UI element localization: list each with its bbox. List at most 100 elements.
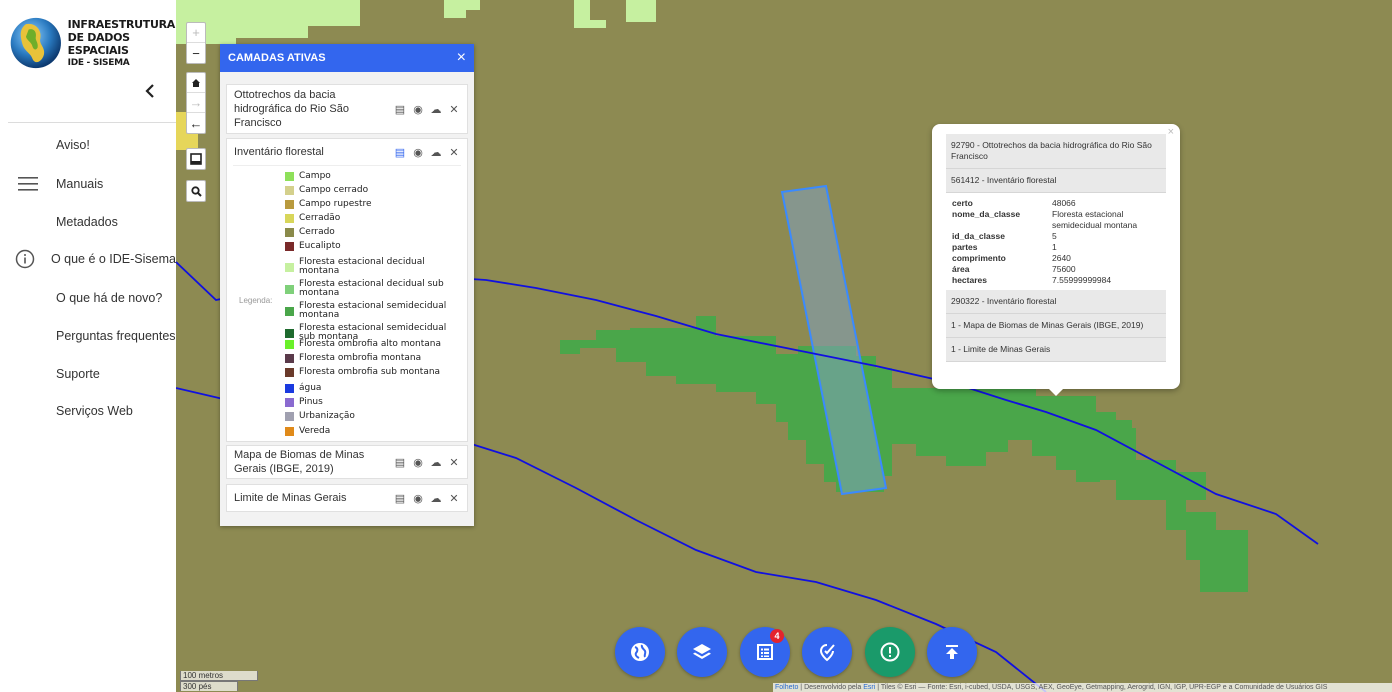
legend-swatch bbox=[285, 262, 294, 272]
legend-swatch bbox=[285, 368, 294, 377]
esri-link[interactable]: Esri bbox=[863, 684, 875, 691]
visibility-eye-icon[interactable]: ◉ bbox=[411, 103, 425, 116]
navigation-control: → ← bbox=[186, 72, 206, 134]
upload-button[interactable] bbox=[927, 627, 977, 677]
layer-card-ottotrechos: Ottotrechos da bacia hidrográfica do Rio… bbox=[226, 84, 468, 134]
legend-item: água bbox=[285, 384, 321, 393]
popup-section-inventario-2[interactable]: 290322 - Inventário florestal bbox=[946, 290, 1166, 314]
feature-info-popup: × 92790 - Ottotrechos da bacia hidrográf… bbox=[932, 124, 1180, 396]
legend-label: Legenda: bbox=[239, 296, 273, 305]
remove-layer-icon[interactable]: ✕ bbox=[447, 456, 461, 469]
download-cloud-icon[interactable]: ☁ bbox=[429, 103, 443, 116]
logo[interactable]: INFRAESTRUTURA DE DADOS ESPACIAIS IDE - … bbox=[8, 12, 181, 74]
measure-button[interactable] bbox=[187, 149, 205, 169]
sidebar-item-metadados[interactable]: Metadados bbox=[0, 209, 176, 235]
legend-toggle-icon[interactable]: ▤ bbox=[393, 103, 407, 116]
popup-section-limite[interactable]: 1 - Limite de Minas Gerais bbox=[946, 338, 1166, 362]
search-button[interactable] bbox=[187, 181, 205, 201]
measure-control bbox=[186, 148, 206, 170]
layer-title: Ottotrechos da bacia hidrográfica do Rio… bbox=[234, 89, 349, 129]
sidebar-item-novidades[interactable]: O que há de novo? bbox=[0, 285, 176, 311]
attribute-list: certo 48066 nome_da_classe Floresta estacio… bbox=[952, 198, 1161, 286]
map-scale: 100 metros 300 pés bbox=[180, 671, 258, 691]
sidebar-item-suporte[interactable]: Suporte bbox=[0, 361, 176, 387]
sidebar-item-label: Serviços Web bbox=[56, 404, 133, 418]
legend-swatch bbox=[285, 284, 294, 294]
sidebar-item-perguntas[interactable]: Perguntas frequentes bbox=[0, 323, 176, 349]
legend-item-label: Cerrado bbox=[299, 227, 335, 237]
layer-actions: ▤ ◉ ☁ ✕ bbox=[393, 146, 461, 159]
remove-layer-icon[interactable]: ✕ bbox=[447, 146, 461, 159]
legend-item-label: Pinus bbox=[299, 397, 323, 407]
download-cloud-icon[interactable]: ☁ bbox=[429, 492, 443, 505]
back-button[interactable]: ← bbox=[187, 113, 205, 133]
upload-icon bbox=[946, 645, 958, 659]
remove-layer-icon[interactable]: ✕ bbox=[447, 492, 461, 505]
legend-toggle-icon[interactable]: ▤ bbox=[393, 146, 407, 159]
legend-toggle-icon[interactable]: ▤ bbox=[393, 456, 407, 469]
zoom-out-button[interactable]: − bbox=[187, 43, 205, 63]
draw-tool-button[interactable] bbox=[802, 627, 852, 677]
sidebar-item-o-que-e[interactable]: O que é o IDE-Sisema bbox=[0, 246, 176, 272]
visibility-eye-icon[interactable]: ◉ bbox=[411, 146, 425, 159]
legend-item-label: Campo rupestre bbox=[299, 199, 372, 209]
legend-swatch bbox=[285, 354, 294, 363]
sidebar-item-aviso[interactable]: Aviso! bbox=[0, 132, 176, 158]
logo-line-3: IDE - SISEMA bbox=[67, 58, 130, 68]
vegetation-patch bbox=[626, 0, 656, 22]
attribute-value: 75600 bbox=[1052, 264, 1076, 274]
legend-toggle-icon[interactable]: ▤ bbox=[393, 492, 407, 505]
legend-swatch bbox=[285, 242, 294, 251]
sidebar-item-label: Metadados bbox=[56, 215, 118, 229]
logo-line-2: DE DADOS ESPACIAIS bbox=[67, 31, 130, 57]
download-cloud-icon[interactable]: ☁ bbox=[429, 146, 443, 159]
attribute-value: 1 bbox=[1052, 242, 1057, 252]
ruler-icon bbox=[190, 153, 202, 165]
home-button[interactable] bbox=[187, 73, 205, 93]
sidebar-item-manuais[interactable]: Manuais bbox=[0, 171, 176, 197]
visibility-eye-icon[interactable]: ◉ bbox=[411, 492, 425, 505]
zoom-in-button[interactable]: + bbox=[187, 23, 205, 43]
attribute-value: 7.55999999984 bbox=[1052, 275, 1112, 285]
visibility-eye-icon[interactable]: ◉ bbox=[411, 456, 425, 469]
sidebar-item-label: O que há de novo? bbox=[56, 291, 163, 305]
layer-actions: ▤ ◉ ☁ ✕ bbox=[393, 103, 461, 116]
attribute-value: Floresta estacional semidecidual montana bbox=[1052, 209, 1138, 230]
layers-panel-header: CAMADAS ATIVAS × bbox=[220, 44, 474, 72]
info-icon bbox=[16, 249, 35, 269]
sidebar-item-servicos-web[interactable]: Serviços Web bbox=[0, 398, 176, 424]
forward-button[interactable]: → bbox=[187, 93, 205, 113]
legend-item: Floresta estacional decidual sub montana bbox=[285, 280, 449, 298]
layer-legend: Legenda: Campo Campo cerrado Campo rupestr… bbox=[233, 165, 461, 439]
active-layers-button[interactable]: 4 bbox=[740, 627, 790, 677]
sidebar-item-label: Perguntas frequentes bbox=[56, 329, 176, 343]
legend-swatch bbox=[285, 328, 294, 338]
popup-section-biomas[interactable]: 1 - Mapa de Biomas de Minas Gerais (IBGE… bbox=[946, 314, 1166, 338]
alert-button[interactable] bbox=[865, 627, 915, 677]
legend-item: Urbanização bbox=[285, 412, 355, 421]
legend-item-label: Urbanização bbox=[299, 411, 355, 421]
legend-swatch bbox=[285, 186, 294, 195]
popup-attributes: certo 48066 nome_da_classe Floresta estacio… bbox=[946, 193, 1166, 290]
map-attribution: Folheto | Desenvolvido pela Esri | Tiles… bbox=[773, 683, 1392, 692]
logo-line-1: INFRAESTRUTURA bbox=[67, 18, 176, 31]
download-cloud-icon[interactable]: ☁ bbox=[429, 456, 443, 469]
collapse-sidebar-button[interactable] bbox=[140, 82, 160, 104]
close-icon[interactable]: × bbox=[457, 49, 466, 67]
attribute-key: partes bbox=[952, 242, 978, 252]
legend-item-label: Floresta estacional decidual montana bbox=[299, 257, 425, 276]
attribute-key: hectares bbox=[952, 275, 987, 285]
close-icon[interactable]: × bbox=[1168, 126, 1174, 138]
basemap-button[interactable] bbox=[615, 627, 665, 677]
popup-section-inventario[interactable]: 561412 - Inventário florestal bbox=[946, 169, 1166, 193]
chevron-left-icon bbox=[145, 84, 154, 98]
legend-swatch bbox=[285, 306, 294, 316]
legend-item: Floresta estacional decidual montana bbox=[285, 258, 449, 276]
layers-button[interactable] bbox=[677, 627, 727, 677]
leaflet-link[interactable]: Folheto bbox=[775, 684, 798, 691]
legend-item: Floresta ombrofia alto montana bbox=[285, 340, 441, 349]
remove-layer-icon[interactable]: ✕ bbox=[447, 103, 461, 116]
sidebar-item-label: Aviso! bbox=[56, 138, 90, 152]
popup-section-ottotrecho[interactable]: 92790 - Ottotrechos da bacia hidrográfic… bbox=[946, 134, 1166, 169]
attribute-row: área 75600 bbox=[952, 264, 1161, 275]
